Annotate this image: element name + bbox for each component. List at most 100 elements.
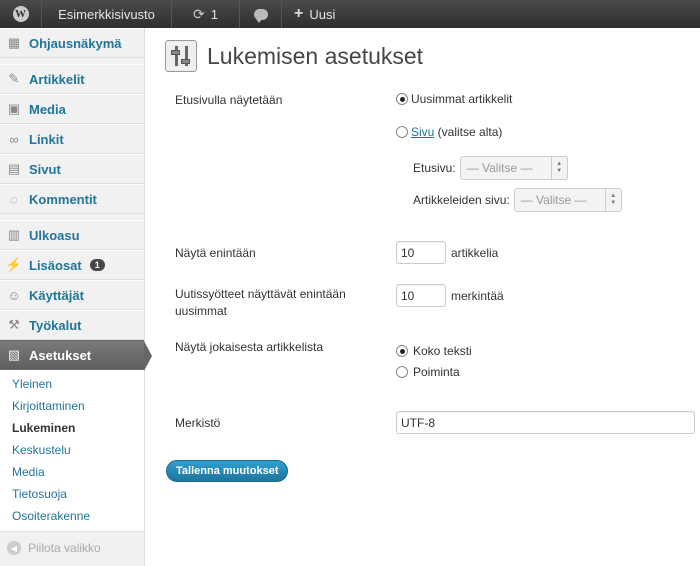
sidebar-item-dashboard[interactable]: ▦ Ohjausnäkymä (0, 28, 144, 58)
admin-sidebar: ▦ Ohjausnäkymä ✎ Artikkelit ▣ Media ∞ Li… (0, 28, 152, 566)
radio-static-page-row[interactable]: Sivu (valitse alta) (396, 125, 502, 139)
radio-latest-posts-label: Uusimmat artikkelit (411, 92, 513, 106)
submenu-permalinks[interactable]: Osoiterakenne (0, 505, 144, 527)
settings-submenu: Yleinen Kirjoittaminen Lukeminen Keskust… (0, 370, 144, 532)
appearance-icon: ▥ (7, 227, 21, 242)
sidebar-item-settings[interactable]: ▧ Asetukset (0, 340, 152, 371)
collapse-arrow-icon: ◀ (7, 541, 21, 555)
front-page-select-row: Etusivu: — Valitse — ▲ ▼ (413, 156, 568, 180)
radio-summary-label: Poiminta (413, 365, 460, 379)
save-changes-button[interactable]: Tallenna muutokset (166, 460, 289, 482)
feed-count-input[interactable]: 10 (396, 284, 446, 307)
page-header: Lukemisen asetukset (165, 40, 423, 72)
comments-button[interactable] (240, 0, 282, 28)
submenu-media[interactable]: Media (0, 461, 144, 483)
refresh-icon: ⟳ (193, 5, 205, 22)
comment-icon: ◌ (10, 191, 18, 207)
show-at-most-label: Näytä enintään (175, 246, 256, 260)
submenu-reading[interactable]: Lukeminen (0, 417, 144, 439)
radio-full-text-row[interactable]: Koko teksti (396, 344, 472, 358)
link-icon: ∞ (9, 131, 19, 147)
submenu-discussion[interactable]: Keskustelu (0, 439, 144, 461)
front-page-select-value: — Valitse — (466, 161, 533, 175)
plus-icon: + (294, 5, 304, 22)
sidebar-item-label: Lisäosat (29, 257, 82, 273)
radio-latest-posts-row[interactable]: Uusimmat artikkelit (396, 92, 512, 106)
comment-bubble-icon (253, 8, 268, 23)
sidebar-item-label: Sivut (29, 161, 61, 177)
sidebar-item-label: Ulkoasu (29, 227, 80, 243)
encoding-label: Merkistö (175, 416, 221, 430)
sidebar-item-label: Linkit (29, 131, 64, 147)
encoding-row: UTF-8 (396, 411, 695, 434)
updates-button[interactable]: ⟳ 1 (172, 0, 240, 28)
settings-icon: ▧ (7, 347, 21, 362)
page-link[interactable]: Sivu (411, 125, 434, 139)
sidebar-item-posts[interactable]: ✎ Artikkelit (0, 64, 144, 94)
posts-page-select-row: Artikkeleiden sivu: — Valitse — ▲ ▼ (413, 188, 622, 212)
sidebar-item-links[interactable]: ∞ Linkit (0, 124, 144, 154)
posts-page-select[interactable]: — Valitse — ▲ ▼ (513, 188, 622, 212)
feed-count-unit: merkintää (451, 288, 504, 303)
posts-per-page-unit: artikkelia (451, 245, 499, 260)
main-content: Lukemisen asetukset Etusivulla näytetään… (145, 28, 700, 566)
radio-full-text[interactable] (396, 345, 408, 357)
posts-per-page-row: 10 artikkelia (396, 241, 498, 264)
sidebar-item-tools[interactable]: ⚒ Työkalut (0, 310, 144, 340)
front-page-label: Etusivulla näytetään (175, 93, 283, 107)
plugin-icon: ⚡ (5, 257, 23, 272)
sidebar-item-pages[interactable]: ▤ Sivut (0, 154, 144, 184)
radio-summary-row[interactable]: Poiminta (396, 365, 460, 379)
front-page-select-label: Etusivu: (413, 161, 456, 175)
feed-count-label: Uutissyötteet näyttävät enintään uusimma… (175, 287, 346, 318)
encoding-input[interactable]: UTF-8 (396, 411, 695, 434)
submenu-general[interactable]: Yleinen (0, 373, 144, 395)
pin-icon: ✎ (8, 71, 20, 86)
sidebar-item-comments[interactable]: ◌ Kommentit (0, 184, 144, 214)
sidebar-item-media[interactable]: ▣ Media (0, 94, 144, 124)
users-icon: ☺ (7, 287, 21, 303)
tools-icon: ⚒ (8, 317, 20, 332)
plugin-update-badge: 1 (89, 259, 105, 271)
new-label: Uusi (309, 6, 336, 22)
site-name-link[interactable]: Esimerkkisivusto (42, 0, 172, 28)
sidebar-item-plugins[interactable]: ⚡ Lisäosat 1 (0, 250, 144, 280)
dashboard-icon: ▦ (7, 35, 21, 50)
collapse-menu-label: Piilota valikko (28, 541, 101, 555)
sidebar-item-users[interactable]: ☺ Käyttäjät (0, 280, 144, 310)
feed-count-row: 10 merkintää (396, 284, 504, 307)
sidebar-item-label: Ohjausnäkymä (29, 35, 122, 51)
posts-per-page-input[interactable]: 10 (396, 241, 446, 264)
page-option-suffix: (valitse alta) (434, 125, 503, 139)
select-arrows-icon: ▲ ▼ (550, 157, 567, 179)
sidebar-item-label: Kommentit (29, 191, 97, 207)
collapse-menu-button[interactable]: ◀ Piilota valikko (0, 532, 144, 564)
radio-static-page[interactable] (396, 126, 408, 138)
pages-icon: ▤ (7, 161, 21, 176)
select-arrows-icon: ▲ ▼ (604, 189, 621, 211)
wordpress-icon: W (12, 6, 29, 22)
admin-bar: W Esimerkkisivusto ⟳ 1 + Uusi (0, 0, 700, 28)
media-icon: ▣ (7, 101, 21, 116)
new-content-button[interactable]: + Uusi (282, 0, 347, 28)
wordpress-logo-button[interactable]: W (0, 0, 42, 28)
sidebar-item-label: Työkalut (29, 317, 82, 333)
sidebar-item-label: Media (29, 101, 66, 117)
site-name-label: Esimerkkisivusto (58, 6, 155, 22)
posts-page-select-value: — Valitse — (520, 193, 587, 207)
front-page-select[interactable]: — Valitse — ▲ ▼ (459, 156, 568, 180)
settings-sliders-icon (165, 40, 197, 72)
radio-full-text-label: Koko teksti (413, 344, 472, 358)
sidebar-item-label: Artikkelit (29, 71, 85, 87)
page-title: Lukemisen asetukset (207, 42, 424, 69)
sidebar-item-label: Käyttäjät (29, 287, 84, 303)
posts-page-select-label: Artikkeleiden sivu: (413, 193, 510, 207)
sidebar-item-appearance[interactable]: ▥ Ulkoasu (0, 220, 144, 250)
sidebar-item-label: Asetukset (29, 347, 92, 363)
radio-latest-posts[interactable] (396, 93, 408, 105)
submenu-writing[interactable]: Kirjoittaminen (0, 395, 144, 417)
each-article-label: Näytä jokaisesta artikkelista (175, 340, 324, 354)
radio-summary[interactable] (396, 366, 408, 378)
updates-count: 1 (210, 6, 218, 22)
submenu-privacy[interactable]: Tietosuoja (0, 483, 144, 505)
